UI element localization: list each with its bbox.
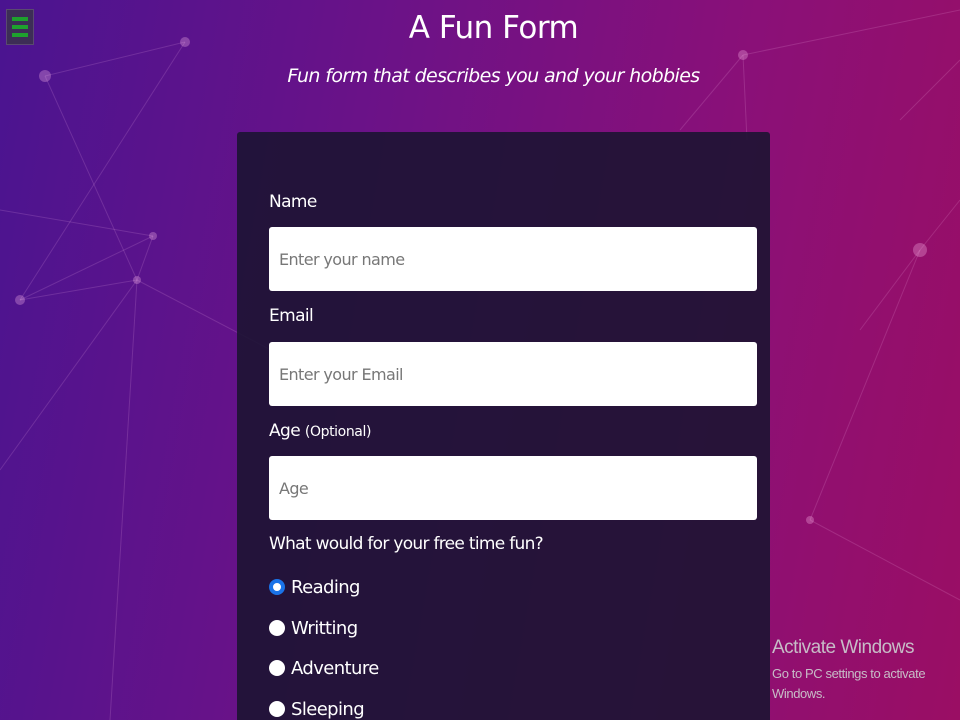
name-label: Name xyxy=(269,192,317,212)
radio-button-sleeping[interactable] xyxy=(269,701,285,717)
email-label: Email xyxy=(269,306,314,326)
email-input[interactable] xyxy=(269,342,757,406)
radio-label-adventure: Adventure xyxy=(291,657,379,679)
page-subtitle: Fun form that describes you and your hob… xyxy=(287,65,700,87)
windows-activation-watermark: Activate Windows Go to PC settings to ac… xyxy=(772,636,960,704)
watermark-title: Activate Windows xyxy=(772,637,914,658)
radio-button-reading[interactable] xyxy=(269,579,285,595)
hamburger-menu-icon[interactable] xyxy=(6,9,34,45)
age-input[interactable] xyxy=(269,456,757,520)
age-optional-hint: (Optional) xyxy=(304,424,372,440)
name-input[interactable] xyxy=(269,227,757,291)
menu-bar-bottom xyxy=(12,33,28,37)
page-title: A Fun Form xyxy=(408,10,579,46)
radio-option-adventure[interactable]: Adventure xyxy=(269,656,379,680)
radio-option-reading[interactable]: Reading xyxy=(269,575,360,599)
hobby-question: What would for your free time fun? xyxy=(269,534,544,554)
radio-button-adventure[interactable] xyxy=(269,660,285,676)
radio-label-writting: Writting xyxy=(291,617,358,639)
menu-bar-top xyxy=(12,17,28,21)
survey-form: Name Email Age (Optional) What would for… xyxy=(237,132,770,720)
radio-option-writting[interactable]: Writting xyxy=(269,616,358,640)
radio-label-sleeping: Sleeping xyxy=(291,698,365,720)
age-label-group: Age (Optional) xyxy=(269,421,371,441)
radio-label-reading: Reading xyxy=(291,576,360,598)
watermark-subtitle: Go to PC settings to activate Windows. xyxy=(772,666,926,701)
radio-button-writting[interactable] xyxy=(269,620,285,636)
radio-option-sleeping[interactable]: Sleeping xyxy=(269,697,365,720)
menu-bar-middle xyxy=(12,25,28,29)
age-label: Age xyxy=(269,421,301,441)
